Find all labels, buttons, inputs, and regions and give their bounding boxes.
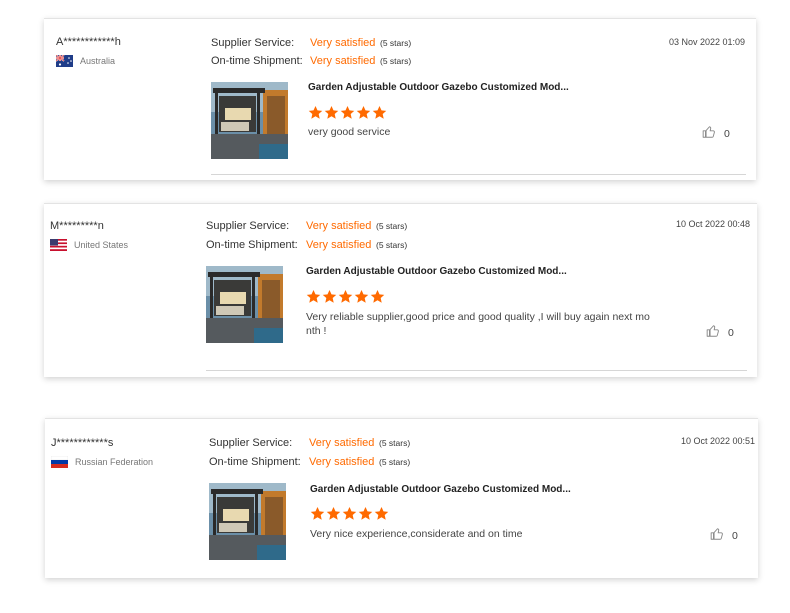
russia-flag-icon	[51, 456, 68, 468]
on-time-shipment-label: On-time Shipment:	[211, 55, 303, 67]
review-card: A************h Australia Supplier Servic…	[44, 18, 756, 180]
review-date: 10 Oct 2022 00:51	[680, 436, 755, 446]
supplier-service-stars: (5 stars)	[376, 221, 408, 231]
country-name: United States	[74, 240, 129, 250]
like-button[interactable]: 0	[702, 125, 730, 142]
buyer-country: Australia	[56, 55, 115, 67]
product-title-link[interactable]: Garden Adjustable Outdoor Gazebo Customi…	[308, 82, 569, 93]
on-time-shipment-rating: On-time Shipment: Very satisfied (5 star…	[206, 239, 407, 251]
on-time-shipment-stars: (5 stars)	[380, 56, 412, 66]
review-date: 03 Nov 2022 01:09	[668, 37, 745, 47]
product-thumbnail[interactable]	[209, 483, 286, 560]
product-title-link[interactable]: Garden Adjustable Outdoor Gazebo Customi…	[306, 266, 567, 277]
on-time-shipment-stars: (5 stars)	[376, 240, 408, 250]
divider	[206, 370, 747, 371]
supplier-service-value: Very satisfied	[306, 220, 372, 232]
supplier-service-value: Very satisfied	[309, 437, 375, 449]
like-button[interactable]: 0	[710, 527, 738, 544]
country-name: Australia	[80, 56, 116, 66]
buyer-name: M*********n	[50, 220, 104, 232]
buyer-name: J************s	[51, 437, 114, 449]
on-time-shipment-stars: (5 stars)	[379, 457, 411, 467]
thumbs-up-icon	[710, 527, 724, 544]
australia-flag-icon	[56, 55, 73, 67]
star-icon	[310, 506, 325, 521]
star-icon	[324, 105, 339, 120]
on-time-shipment-value: Very satisfied	[306, 239, 372, 251]
star-icon	[342, 506, 357, 521]
like-count: 0	[732, 529, 738, 542]
product-title-link[interactable]: Garden Adjustable Outdoor Gazebo Customi…	[310, 484, 571, 495]
star-icon	[306, 289, 321, 304]
supplier-service-label: Supplier Service:	[209, 437, 293, 449]
product-rating-stars	[306, 289, 385, 304]
review-card: J************s Russian Federation Suppli…	[45, 418, 758, 578]
star-icon	[340, 105, 355, 120]
review-card: M*********n United States Supplier Servi…	[44, 203, 757, 377]
star-icon	[374, 506, 389, 521]
star-icon	[338, 289, 353, 304]
star-icon	[308, 105, 323, 120]
on-time-shipment-value: Very satisfied	[309, 456, 375, 468]
product-thumbnail[interactable]	[211, 82, 288, 159]
united-states-flag-icon	[50, 239, 67, 251]
thumbs-up-icon	[706, 324, 720, 341]
supplier-service-stars: (5 stars)	[379, 438, 411, 448]
on-time-shipment-rating: On-time Shipment: Very satisfied (5 star…	[209, 456, 410, 468]
on-time-shipment-rating: On-time Shipment: Very satisfied (5 star…	[211, 55, 411, 67]
on-time-shipment-label: On-time Shipment:	[209, 456, 301, 468]
star-icon	[322, 289, 337, 304]
supplier-service-value: Very satisfied	[310, 37, 376, 49]
buyer-name: A************h	[56, 36, 121, 48]
like-count: 0	[728, 326, 734, 339]
star-icon	[326, 506, 341, 521]
thumbs-up-icon	[702, 125, 716, 142]
review-comment: very good service	[308, 126, 391, 138]
like-count: 0	[724, 127, 730, 140]
supplier-service-rating: Supplier Service: Very satisfied (5 star…	[206, 220, 407, 232]
review-comment: Very nice experience,considerate and on …	[310, 528, 523, 540]
on-time-shipment-value: Very satisfied	[310, 55, 376, 67]
on-time-shipment-label: On-time Shipment:	[206, 239, 298, 251]
product-thumbnail[interactable]	[206, 266, 283, 343]
like-button[interactable]: 0	[706, 324, 734, 341]
supplier-service-label: Supplier Service:	[206, 220, 290, 232]
buyer-country: United States	[50, 239, 128, 251]
buyer-country: Russian Federation	[51, 456, 153, 468]
review-date: 10 Oct 2022 00:48	[675, 219, 750, 229]
star-icon	[358, 506, 373, 521]
product-rating-stars	[308, 105, 387, 120]
supplier-service-rating: Supplier Service: Very satisfied (5 star…	[209, 437, 410, 449]
star-icon	[372, 105, 387, 120]
review-comment: Very reliable supplier,good price and go…	[306, 311, 650, 337]
supplier-service-stars: (5 stars)	[380, 38, 412, 48]
divider	[211, 174, 746, 175]
supplier-service-rating: Supplier Service: Very satisfied (5 star…	[211, 37, 411, 49]
supplier-service-label: Supplier Service:	[211, 37, 295, 49]
star-icon	[356, 105, 371, 120]
star-icon	[354, 289, 369, 304]
star-icon	[370, 289, 385, 304]
country-name: Russian Federation	[75, 457, 154, 467]
product-rating-stars	[310, 506, 389, 521]
